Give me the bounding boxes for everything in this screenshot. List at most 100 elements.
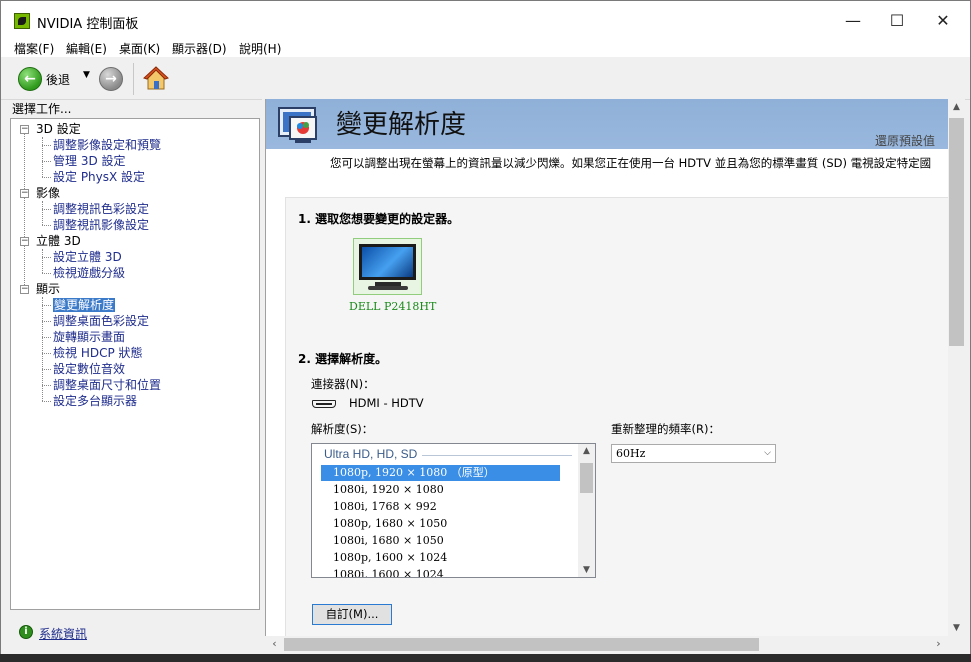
display-settings-icon — [278, 107, 317, 143]
tree-category-stereo-label: 立體 3D — [36, 234, 81, 248]
close-button[interactable]: ✕ — [920, 1, 966, 41]
collapse-stereo-icon[interactable]: − — [20, 237, 29, 246]
back-history-dropdown-icon[interactable]: ▼ — [83, 70, 90, 80]
tree-branch — [42, 337, 51, 338]
customize-button[interactable]: 自訂(M)... — [312, 604, 392, 625]
tree-item-label: 調整桌面色彩設定 — [53, 314, 150, 328]
horizontal-scroll-thumb[interactable] — [284, 638, 759, 651]
scroll-down-icon[interactable]: ▼ — [578, 565, 595, 575]
monitor-base — [368, 286, 408, 290]
monitor-name-label[interactable]: DELL P2418HT — [349, 300, 436, 313]
vertical-scroll-thumb[interactable] — [949, 118, 964, 346]
forward-arrow-icon[interactable]: → — [99, 67, 123, 91]
minimize-button[interactable]: — — [830, 1, 876, 41]
menu-file[interactable]: 檔案(F) — [14, 40, 54, 57]
refresh-rate-dropdown[interactable]: 60Hz ⌵ — [611, 444, 776, 463]
connector-label: 連接器(N)： — [311, 377, 375, 391]
collapse-display-icon[interactable]: − — [20, 285, 29, 294]
scroll-left-icon[interactable]: ‹ — [267, 637, 282, 650]
tree-item-image-preview[interactable]: 調整影像設定和預覽 — [53, 137, 161, 153]
menu-edit[interactable]: 編輯(E) — [66, 40, 107, 57]
tree-item-label: 設定多台顯示器 — [53, 394, 138, 408]
tree-item-manage-3d[interactable]: 管理 3D 設定 — [53, 153, 126, 169]
sidebar-header: 選擇工作... — [12, 102, 72, 116]
refresh-rate-label: 重新整理的頻率(R)： — [611, 422, 720, 436]
scroll-up-icon[interactable]: ▲ — [578, 446, 595, 456]
task-tree: − 3D 設定 調整影像設定和預覽 管理 3D 設定 設定 PhysX 設定 −… — [10, 118, 260, 610]
tree-item-multiple-displays[interactable]: 設定多台顯示器 — [53, 393, 137, 409]
tree-branch — [42, 353, 51, 354]
tree-branch — [42, 257, 51, 258]
tree-item-hdcp-status[interactable]: 檢視 HDCP 狀態 — [53, 345, 143, 361]
tree-branch — [42, 369, 51, 370]
tree-item-physx[interactable]: 設定 PhysX 設定 — [53, 169, 145, 185]
tree-category-3d[interactable]: 3D 設定 — [36, 121, 81, 137]
home-icon[interactable] — [143, 65, 169, 91]
scroll-up-icon[interactable]: ▲ — [948, 102, 965, 112]
resolution-option[interactable]: 1080i, 1920 × 1080 — [321, 482, 560, 498]
system-info-icon[interactable]: i — [19, 625, 33, 639]
menu-desktop[interactable]: 桌面(K) — [119, 40, 160, 57]
resolution-listbox[interactable]: Ultra HD, HD, SD 1080p, 1920 × 1080 （原型）… — [311, 443, 596, 578]
content-vertical-scrollbar[interactable]: ▲ ▼ — [948, 99, 965, 636]
resolution-option[interactable]: 1080p, 1680 × 1050 — [321, 516, 560, 532]
resolution-option[interactable]: 1080i, 1680 × 1050 — [321, 533, 560, 549]
content-pane: 變更解析度 還原預設值 您可以調整出現在螢幕上的資訊量以減少閃爍。如果您正在使用… — [265, 99, 948, 636]
system-info-link[interactable]: 系統資訊 — [39, 625, 87, 642]
menu-help[interactable]: 說明(H) — [239, 40, 281, 57]
tree-item-label: 設定立體 3D — [53, 250, 122, 264]
tree-item-label: 調整影像設定和預覽 — [53, 138, 162, 152]
tree-branch — [42, 305, 51, 306]
tree-item-rotate-display[interactable]: 旋轉顯示畫面 — [53, 329, 125, 345]
scroll-right-icon[interactable]: › — [931, 637, 946, 650]
tree-item-desktop-size[interactable]: 調整桌面尺寸和位置 — [53, 377, 161, 393]
tree-item-desktop-color[interactable]: 調整桌面色彩設定 — [53, 313, 149, 329]
tree-item-change-resolution[interactable]: 變更解析度 — [53, 297, 116, 313]
tree-item-label: 調整視訊影像設定 — [53, 218, 150, 232]
group-divider — [422, 455, 572, 456]
tree-branch — [42, 321, 51, 322]
scroll-thumb[interactable] — [580, 463, 593, 493]
tree-item-video-color[interactable]: 調整視訊色彩設定 — [53, 201, 149, 217]
tree-category-display[interactable]: 顯示 — [36, 281, 60, 297]
tree-branch — [42, 385, 51, 386]
step2-title: 2. 選擇解析度。 — [298, 352, 388, 366]
menu-display[interactable]: 顯示器(D) — [172, 40, 227, 57]
resolution-option[interactable]: 1080i, 1600 × 1024 — [321, 567, 560, 577]
scroll-down-icon[interactable]: ▼ — [948, 623, 965, 633]
collapse-video-icon[interactable]: − — [20, 189, 29, 198]
tree-category-video[interactable]: 影像 — [36, 185, 60, 201]
display-selector-dell-p2418ht[interactable] — [353, 238, 422, 295]
tree-item-video-image[interactable]: 調整視訊影像設定 — [53, 217, 149, 233]
collapse-3d-icon[interactable]: − — [20, 125, 29, 134]
tree-branch — [42, 273, 51, 274]
tree-connector-video — [42, 201, 43, 225]
tree-item-label: 變更解析度 — [53, 298, 116, 312]
tree-item-label: 旋轉顯示畫面 — [53, 330, 126, 344]
resolution-list-scrollbar[interactable]: ▲ ▼ — [578, 444, 595, 577]
tree-item-label: 設定 PhysX 設定 — [53, 170, 146, 184]
page-description: 您可以調整出現在螢幕上的資訊量以減少閃爍。如果您正在使用一台 HDTV 並且為您… — [330, 156, 932, 170]
tree-item-label: 設定數位音效 — [53, 362, 126, 376]
tree-branch — [42, 145, 51, 146]
monitor-icon — [359, 244, 416, 280]
toolbar-separator — [133, 63, 134, 95]
tree-item-label: 調整桌面尺寸和位置 — [53, 378, 162, 392]
resolution-group-header: Ultra HD, HD, SD — [324, 447, 418, 461]
back-arrow-icon[interactable]: ← — [18, 67, 42, 91]
resolution-option[interactable]: 1080p, 1920 × 1080 （原型） — [321, 465, 560, 481]
tree-category-display-label: 顯示 — [36, 282, 61, 296]
menu-bar: 檔案(F) 編輯(E) 桌面(K) 顯示器(D) 說明(H) — [1, 37, 970, 57]
tree-connector-root — [24, 133, 25, 293]
resolution-option[interactable]: 1080i, 1768 × 992 — [321, 499, 560, 515]
tree-item-digital-audio[interactable]: 設定數位音效 — [53, 361, 125, 377]
tree-item-game-ratings[interactable]: 檢視遊戲分級 — [53, 265, 125, 281]
maximize-button[interactable]: ☐ — [874, 1, 920, 41]
tree-item-label: 檢視 HDCP 狀態 — [53, 346, 143, 360]
resolution-option[interactable]: 1080p, 1600 × 1024 — [321, 550, 560, 566]
restore-defaults-link[interactable]: 還原預設值 — [875, 132, 935, 149]
back-button-label[interactable]: 後退 — [46, 71, 70, 88]
tree-category-stereo[interactable]: 立體 3D — [36, 233, 81, 249]
content-horizontal-scrollbar[interactable]: ‹ › — [265, 636, 948, 653]
tree-item-setup-stereo[interactable]: 設定立體 3D — [53, 249, 122, 265]
